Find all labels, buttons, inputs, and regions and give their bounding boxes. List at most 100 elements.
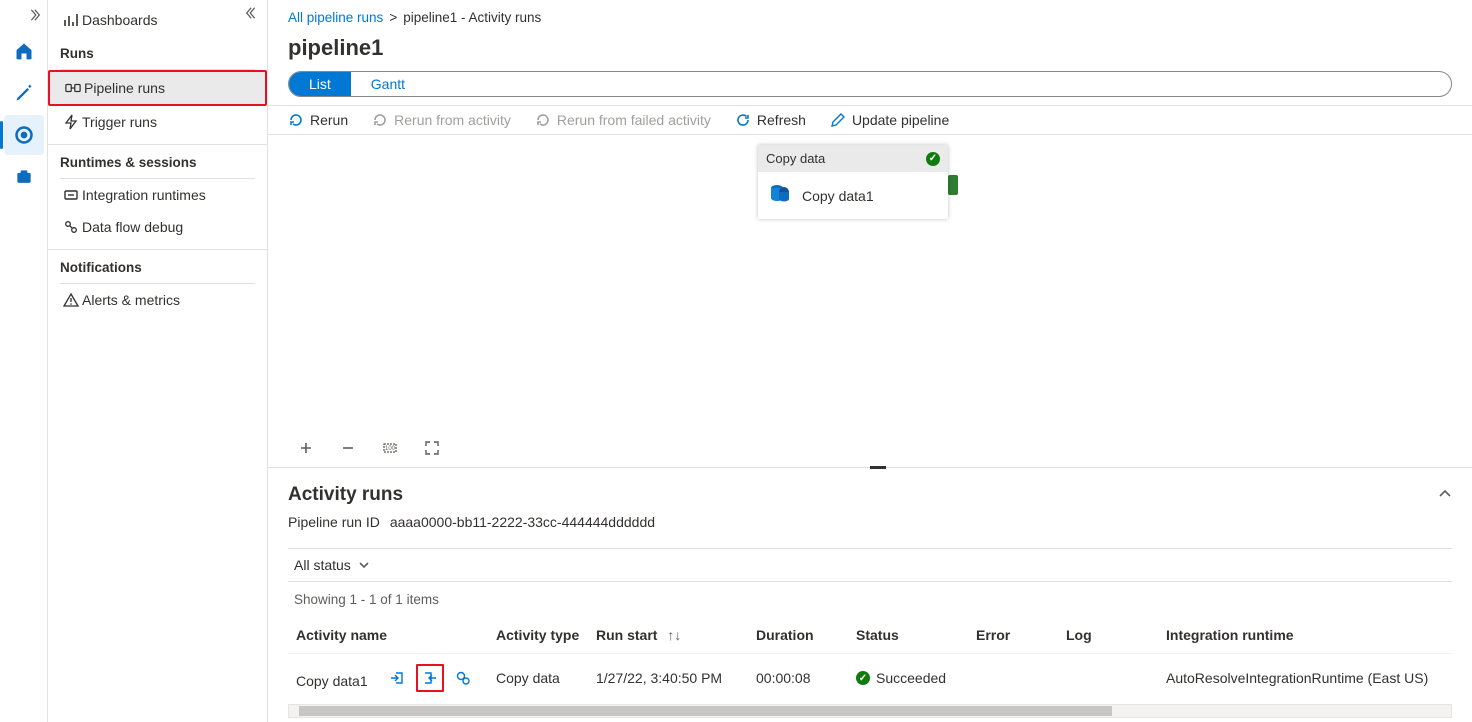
pipeline-status-marker [948,175,958,195]
rerun-failed-icon [535,112,551,128]
run-id-label: Pipeline run ID [288,514,380,530]
collapse-panel-icon[interactable] [245,6,259,23]
showing-text: Showing 1 - 1 of 1 items [288,582,1452,617]
sidebar-item-label: Trigger runs [82,114,157,130]
update-pipeline-button[interactable]: Update pipeline [830,112,949,128]
sidebar-item-label: Alerts & metrics [82,292,180,308]
sidebar-item-alerts-metrics[interactable]: Alerts & metrics [48,284,267,316]
cell-error [968,654,1058,703]
svg-text:100: 100 [385,446,396,452]
action-label: Refresh [757,112,806,128]
alerts-icon [60,292,82,308]
page-title: pipeline1 [268,29,1472,71]
rerun-button[interactable]: Rerun [288,112,348,128]
integration-runtimes-icon [60,187,82,203]
col-activity-type[interactable]: Activity type [488,617,588,654]
rail-monitor-icon[interactable] [4,115,44,155]
status-filter[interactable]: All status [288,557,371,573]
sidebar-item-label: Integration runtimes [82,187,206,203]
collapse-activity-icon[interactable] [1438,487,1452,504]
sidebar-item-integration-runtimes[interactable]: Integration runtimes [48,179,267,211]
action-label: Rerun from activity [394,112,511,128]
cell-activity-name: Copy data1 [296,673,368,689]
expand-rail-icon[interactable] [27,8,41,25]
scrollbar-thumb[interactable] [299,706,1112,716]
breadcrumb: All pipeline runs > pipeline1 - Activity… [268,0,1472,29]
main-content: All pipeline runs > pipeline1 - Activity… [268,0,1472,722]
pipeline-canvas[interactable]: Copy data Copy data1 [268,135,1472,432]
breadcrumb-current: pipeline1 - Activity runs [403,10,541,25]
details-icon[interactable] [452,667,474,689]
action-label: Rerun from failed activity [557,112,711,128]
node-type-label: Copy data [766,151,825,166]
copy-data-icon [768,182,792,209]
section-runtimes: Runtimes & sessions [48,144,267,174]
run-id-value: aaaa0000-bb11-2222-33cc-444444dddddd [390,514,655,530]
rail-author-icon[interactable] [4,73,44,113]
sidebar-item-label: Pipeline runs [84,80,165,96]
col-duration[interactable]: Duration [748,617,848,654]
tab-gantt[interactable]: Gantt [351,72,425,96]
action-label: Rerun [310,112,348,128]
section-runs: Runs [48,36,267,65]
node-name: Copy data1 [802,188,874,204]
zoom-out-icon[interactable] [340,440,356,459]
action-label: Update pipeline [852,112,949,128]
rail-home-icon[interactable] [4,31,44,71]
section-notifications: Notifications [48,249,267,279]
cell-duration: 00:00:08 [748,654,848,703]
sidebar-item-dashboards[interactable]: Dashboards [48,4,267,36]
success-badge-icon [926,152,940,166]
cell-log [1058,654,1158,703]
col-activity-name[interactable]: Activity name [288,617,488,654]
sidebar-item-pipeline-runs[interactable]: Pipeline runs [48,70,267,106]
col-status[interactable]: Status [848,617,968,654]
rerun-from-activity-button: Rerun from activity [372,112,511,128]
trigger-runs-icon [60,114,82,130]
action-bar: Rerun Rerun from activity Rerun from fai… [268,105,1472,135]
refresh-button[interactable]: Refresh [735,112,806,128]
rail-manage-icon[interactable] [4,157,44,197]
cell-integration-runtime: AutoResolveIntegrationRuntime (East US) [1158,654,1452,703]
col-error[interactable]: Error [968,617,1058,654]
pipeline-runs-icon [62,80,84,96]
status-success-icon [856,671,870,685]
cell-activity-type: Copy data [488,654,588,703]
activity-node[interactable]: Copy data Copy data1 [758,145,948,219]
horizontal-scrollbar[interactable] [288,704,1452,718]
col-integration-runtime[interactable]: Integration runtime [1158,617,1452,654]
col-run-start[interactable]: Run start ↑↓ [588,617,748,654]
sidebar-item-trigger-runs[interactable]: Trigger runs [48,106,267,138]
zoom-fit-icon[interactable]: 100 [382,440,398,459]
activity-section: Activity runs Pipeline run ID aaaa0000-b… [268,474,1472,702]
rerun-from-failed-button: Rerun from failed activity [535,112,711,128]
sidebar-item-label: Dashboards [82,12,158,28]
pane-resize-handle[interactable] [268,468,1472,474]
chevron-down-icon [357,558,371,572]
edit-icon [830,112,846,128]
fullscreen-icon[interactable] [424,440,440,459]
activity-runs-heading: Activity runs [288,484,403,506]
sidebar-item-label: Data flow debug [82,219,183,235]
rerun-icon [288,112,304,128]
view-toggle: List Gantt [288,71,1452,97]
status-filter-label: All status [294,557,351,573]
sort-icon: ↑↓ [667,627,681,643]
left-panel: Dashboards Runs Pipeline runs Trigger ru… [48,0,268,722]
cell-run-start: 1/27/22, 3:40:50 PM [588,654,748,703]
sidebar-item-data-flow-debug[interactable]: Data flow debug [48,211,267,243]
output-icon[interactable] [416,664,444,692]
tab-list[interactable]: List [289,72,351,96]
dataflow-debug-icon [60,219,82,235]
activity-table: Activity name Activity type Run start ↑↓… [288,617,1452,702]
refresh-icon [735,112,751,128]
breadcrumb-root[interactable]: All pipeline runs [288,10,383,25]
zoom-in-icon[interactable] [298,440,314,459]
breadcrumb-sep: > [389,10,397,25]
input-icon[interactable] [386,667,408,689]
table-row[interactable]: Copy data1 Copy data 1/27/22, 3:40:50 PM… [288,654,1452,703]
col-log[interactable]: Log [1058,617,1158,654]
cell-status: Succeeded [876,670,946,686]
dashboard-icon [60,12,82,28]
canvas-tools: 100 [268,432,1472,468]
